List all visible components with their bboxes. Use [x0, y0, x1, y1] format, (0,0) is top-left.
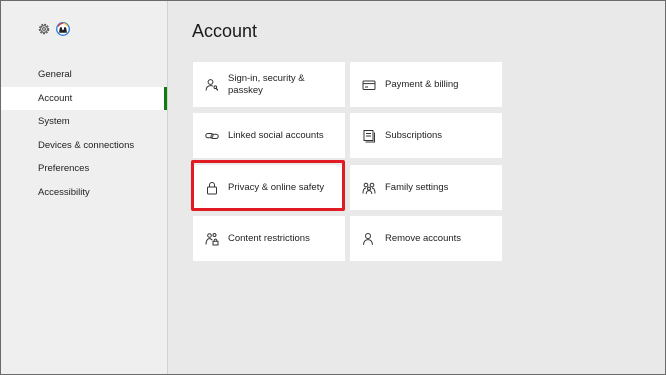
sidebar-item-system[interactable]: System	[1, 110, 167, 134]
tile-family-settings[interactable]: Family settings	[350, 165, 502, 210]
sidebar-item-accessibility[interactable]: Accessibility	[1, 181, 167, 205]
card-icon	[362, 78, 376, 92]
lock-icon	[205, 181, 219, 195]
tile-label: Content restrictions	[228, 232, 310, 244]
main-content: Account Sign-in, security & passkey Paym…	[168, 1, 665, 374]
tile-label: Privacy & online safety	[228, 181, 325, 193]
tile-label: Linked social accounts	[228, 129, 324, 141]
sidebar-item-general[interactable]: General	[1, 63, 167, 87]
person-remove-icon	[362, 232, 376, 246]
subscriptions-icon	[362, 129, 376, 143]
tile-content-restrictions[interactable]: Content restrictions	[193, 216, 345, 261]
person-key-icon	[205, 78, 219, 92]
tile-subscriptions[interactable]: Subscriptions	[350, 113, 502, 158]
people-lock-icon	[205, 232, 219, 246]
tile-privacy-online-safety[interactable]: Privacy & online safety	[193, 165, 345, 210]
sidebar-item-devices-connections[interactable]: Devices & connections	[1, 134, 167, 158]
tile-label: Subscriptions	[385, 129, 443, 141]
tile-label: Family settings	[385, 181, 449, 193]
sidebar-nav: General Account System Devices & connect…	[1, 63, 167, 204]
tile-label: Payment & billing	[385, 78, 459, 90]
tile-label: Sign-in, security & passkey	[228, 72, 305, 96]
top-icons	[37, 22, 70, 36]
gear-icon[interactable]	[37, 22, 51, 36]
family-icon	[362, 181, 376, 195]
tile-sign-in-security[interactable]: Sign-in, security & passkey	[193, 62, 345, 107]
tile-linked-social-accounts[interactable]: Linked social accounts	[193, 113, 345, 158]
link-icon	[205, 129, 219, 143]
sidebar-item-preferences[interactable]: Preferences	[1, 157, 167, 181]
avatar-icon[interactable]	[56, 22, 70, 36]
tile-label: Remove accounts	[385, 232, 462, 244]
tile-payment-billing[interactable]: Payment & billing	[350, 62, 502, 107]
tile-remove-accounts[interactable]: Remove accounts	[350, 216, 502, 261]
page-title: Account	[192, 21, 258, 41]
settings-window: General Account System Devices & connect…	[0, 0, 666, 375]
sidebar-item-account[interactable]: Account	[1, 86, 167, 110]
sidebar: General Account System Devices & connect…	[1, 1, 168, 374]
